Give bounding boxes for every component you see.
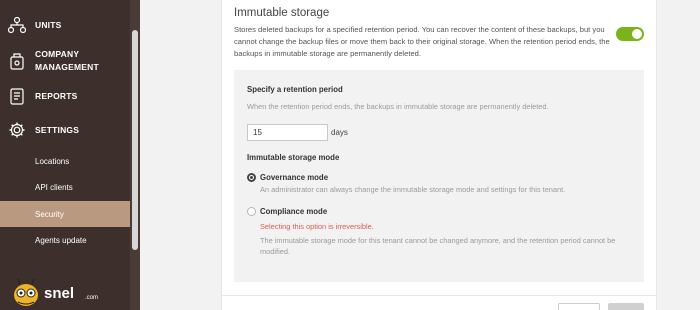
- sidebar-subitem-api-clients[interactable]: API clients: [0, 174, 130, 200]
- sidebar-item-label: SETTINGS: [35, 125, 80, 135]
- compliance-mode-description: The immutable storage mode for this tena…: [260, 236, 616, 256]
- cancel-button[interactable]: [558, 303, 600, 310]
- reports-icon: [10, 88, 24, 105]
- save-button[interactable]: [608, 303, 644, 310]
- section-title: Immutable storage: [234, 7, 330, 19]
- governance-mode-label[interactable]: Governance mode: [260, 173, 328, 182]
- retention-hint: When the retention period ends, the back…: [247, 102, 549, 111]
- sidebar-item-settings[interactable]: SETTINGS: [0, 119, 130, 141]
- toggle-knob: [632, 29, 642, 39]
- sidebar-item-label: REPORTS: [35, 91, 78, 101]
- gear-icon: [9, 122, 25, 138]
- mode-heading: Immutable storage mode: [247, 153, 340, 162]
- governance-mode-description: An administrator can always change the i…: [260, 185, 566, 194]
- compliance-mode-warning: Selecting this option is irreversible.: [260, 222, 374, 231]
- sidebar-item-units[interactable]: UNITS: [0, 14, 130, 36]
- sidebar: UNITS COMPANY MANAGEMENT REPORTS SETTING…: [0, 0, 140, 310]
- sidebar-subitem-agents-update[interactable]: Agents update: [0, 227, 130, 253]
- sidebar-item-reports[interactable]: REPORTS: [0, 85, 130, 107]
- sidebar-item-label: UNITS: [35, 20, 62, 30]
- immutable-storage-toggle[interactable]: [616, 27, 644, 41]
- logo-suffix: .com: [85, 295, 99, 301]
- snel-mascot-icon: [14, 278, 38, 306]
- retention-days-input[interactable]: [247, 124, 328, 141]
- units-icon: [8, 16, 26, 34]
- sidebar-item-label: COMPANY MANAGEMENT: [35, 49, 99, 72]
- company-management-icon: [10, 53, 24, 70]
- retention-unit: days: [331, 128, 348, 137]
- logo-text: snel: [44, 285, 75, 302]
- compliance-mode-label[interactable]: Compliance mode: [260, 207, 327, 216]
- sidebar-scroll-thumb[interactable]: [132, 30, 138, 250]
- sidebar-subitem-locations[interactable]: Locations: [0, 148, 130, 174]
- compliance-mode-radio[interactable]: [247, 207, 256, 216]
- retention-heading: Specify a retention period: [247, 85, 343, 94]
- sidebar-subitem-security[interactable]: Security: [0, 201, 130, 227]
- sidebar-item-company-management[interactable]: COMPANY MANAGEMENT: [0, 44, 130, 78]
- governance-mode-radio[interactable]: [247, 173, 256, 182]
- section-description: Stores deleted backups for a specified r…: [234, 25, 610, 59]
- footer-divider: [221, 295, 657, 296]
